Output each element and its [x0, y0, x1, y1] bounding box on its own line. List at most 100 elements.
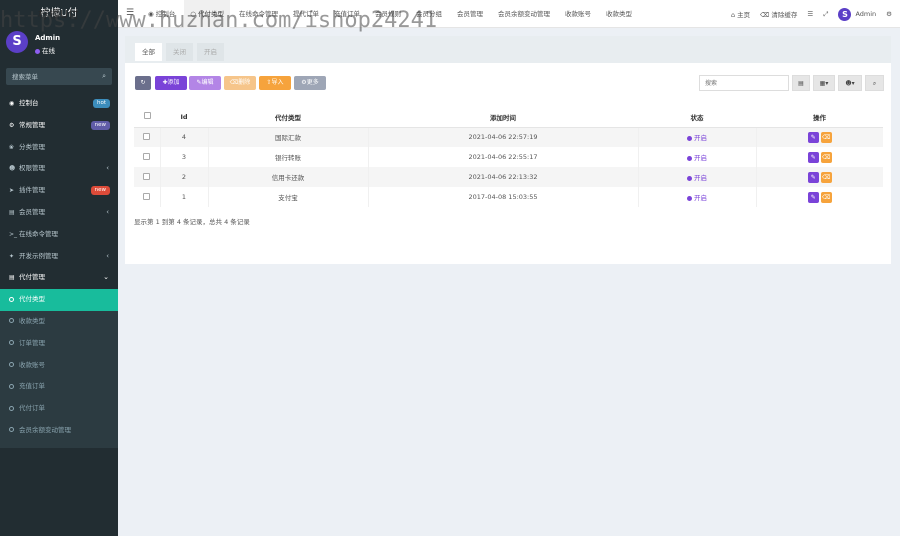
table-search-input[interactable]	[700, 76, 788, 90]
avatar: S	[6, 31, 28, 53]
col-time[interactable]: 添加时间	[368, 107, 638, 127]
sidebar-subitem-payout-orders[interactable]: 代付订单	[0, 398, 118, 420]
status-dot-icon	[687, 176, 692, 181]
circle-icon: ○	[190, 10, 198, 18]
delete-button[interactable]: ⌫删除	[224, 76, 256, 90]
list-icon: ▤	[9, 202, 19, 224]
tab-closed[interactable]: 关闭	[166, 43, 193, 61]
tab-all[interactable]: 全部	[135, 43, 162, 61]
edit-row-button[interactable]: ✎	[808, 152, 819, 163]
fullscreen-icon[interactable]: ⤢	[823, 10, 828, 19]
col-type[interactable]: 代付类型	[208, 107, 368, 127]
delete-row-button[interactable]: ⌫	[821, 192, 832, 203]
col-id[interactable]: Id	[160, 107, 208, 127]
sidebar-subitem-payout-type[interactable]: 代付类型	[0, 289, 118, 311]
table-row[interactable]: 1 支付宝 2017-04-08 15:03:55 开启 ✎⌫	[134, 187, 883, 207]
clear-cache-link[interactable]: ⌫ 清除缓存	[760, 9, 797, 19]
cell-operate: ✎⌫	[756, 127, 883, 147]
table-row[interactable]: 2 信用卡还款 2021-04-06 22:13:32 开启 ✎⌫	[134, 167, 883, 187]
tab-accounts[interactable]: 收款账号	[559, 0, 597, 28]
cell-id: 1	[160, 187, 208, 207]
edit-row-button[interactable]: ✎	[808, 172, 819, 183]
sidebar-item-user[interactable]: ▤会员管理‹	[0, 202, 118, 224]
cell-time: 2021-04-06 22:13:32	[368, 167, 638, 187]
add-button[interactable]: ✚添加	[155, 76, 187, 90]
sidebar-subitem-orders[interactable]: 订单管理	[0, 333, 118, 355]
cell-id: 2	[160, 167, 208, 187]
refresh-button[interactable]: ↻	[135, 76, 151, 90]
row-checkbox[interactable]	[143, 173, 150, 180]
admin-name[interactable]: Admin	[855, 10, 876, 18]
table-row[interactable]: 4 国际汇款 2021-04-06 22:57:19 开启 ✎⌫	[134, 127, 883, 147]
tab-recharge-orders[interactable]: 充值订单	[328, 0, 366, 28]
sidebar-item-command[interactable]: >_在线命令管理	[0, 224, 118, 246]
columns-icon: ▦▾	[820, 80, 829, 87]
sidebar-item-dashboard[interactable]: ◉控制台hot	[0, 93, 118, 115]
avatar[interactable]: S	[838, 8, 851, 21]
tab-withdraw-orders[interactable]: 提代订单	[287, 0, 325, 28]
edit-button[interactable]: ✎编辑	[189, 76, 221, 90]
top-navbar: ☰ ◉ 控制台 ○ 代付类型 在线命令管理 提代订单 充值订单 会员规则 会员分…	[118, 0, 900, 28]
export-button[interactable]: ☻▾	[838, 75, 862, 91]
edit-row-button[interactable]: ✎	[808, 192, 819, 203]
delete-row-button[interactable]: ⌫	[821, 132, 832, 143]
sidebar-search-input[interactable]	[6, 68, 112, 85]
tab-open[interactable]: 开启	[197, 43, 224, 61]
chevron-left-icon: ‹	[106, 246, 109, 268]
tab-dashboard[interactable]: ◉ 控制台	[142, 0, 181, 28]
sidebar-subitem-balance[interactable]: 会员余额变动管理	[0, 420, 118, 442]
sidebar-item-payout[interactable]: ▤代付管理⌄	[0, 267, 118, 289]
settings-gear-icon[interactable]: ⚙	[886, 10, 892, 18]
table-row[interactable]: 3 银行转账 2021-04-06 22:55:17 开启 ✎⌫	[134, 147, 883, 167]
tab-user-rules[interactable]: 会员规则	[369, 0, 407, 28]
edit-row-button[interactable]: ✎	[808, 132, 819, 143]
cell-status[interactable]: 开启	[638, 127, 756, 147]
sidebar-subitem-recharge[interactable]: 充值订单	[0, 376, 118, 398]
sidebar-item-addon[interactable]: ➤插件管理new	[0, 180, 118, 202]
table-header-row: Id 代付类型 添加时间 状态 操作	[134, 107, 883, 127]
sidebar-item-example[interactable]: ✦开发示例管理‹	[0, 246, 118, 268]
circle-icon	[9, 384, 14, 389]
toggle-view-button[interactable]: ▤	[792, 75, 810, 91]
row-checkbox[interactable]	[143, 193, 150, 200]
home-link[interactable]: ⌂ 主页	[731, 9, 750, 19]
cell-status[interactable]: 开启	[638, 187, 756, 207]
hot-badge: hot	[93, 99, 110, 108]
sidebar-item-auth[interactable]: ☻权限管理‹	[0, 158, 118, 180]
columns-button[interactable]: ▦▾	[813, 75, 835, 91]
delete-row-button[interactable]: ⌫	[821, 172, 832, 183]
circle-icon	[9, 406, 14, 411]
sidebar-subitem-accounts[interactable]: 收款账号	[0, 355, 118, 377]
row-checkbox[interactable]	[143, 133, 150, 140]
new-badge: new	[91, 186, 110, 195]
circle-icon	[9, 318, 14, 323]
sidebar-item-category[interactable]: ❀分类管理	[0, 137, 118, 159]
status-dot-icon	[687, 196, 692, 201]
tab-receive-type[interactable]: 收款类型	[600, 0, 638, 28]
user-name: Admin	[35, 34, 60, 42]
language-icon[interactable]: ☰	[807, 10, 813, 18]
delete-row-button[interactable]: ⌫	[821, 152, 832, 163]
search-icon[interactable]: ⌕	[102, 72, 106, 81]
cell-operate: ✎⌫	[756, 147, 883, 167]
col-status[interactable]: 状态	[638, 107, 756, 127]
import-button[interactable]: ⇧导入	[259, 76, 291, 90]
row-checkbox[interactable]	[143, 153, 150, 160]
dashboard-icon: ◉	[9, 93, 19, 115]
circle-icon	[9, 362, 14, 367]
select-all-checkbox[interactable]	[144, 112, 151, 119]
cell-status[interactable]: 开启	[638, 167, 756, 187]
table-search	[699, 75, 789, 91]
more-button[interactable]: ⚙更多	[294, 76, 326, 90]
tab-command[interactable]: 在线命令管理	[233, 0, 284, 28]
menu-toggle-icon[interactable]: ☰	[126, 8, 134, 18]
sidebar-subitem-receive-type[interactable]: 收款类型	[0, 311, 118, 333]
table-toolbar: ↻ ✚添加 ✎编辑 ⌫删除 ⇧导入 ⚙更多 ▤ ▦▾ ☻▾ ⌕	[125, 63, 891, 91]
tab-user-groups[interactable]: 会员分组	[410, 0, 448, 28]
cell-status[interactable]: 开启	[638, 147, 756, 167]
tab-balance-log[interactable]: 会员余额变动管理	[492, 0, 556, 28]
advanced-search-button[interactable]: ⌕	[865, 75, 884, 91]
tab-payout-type[interactable]: ○ 代付类型	[184, 0, 230, 28]
sidebar-item-general[interactable]: ⚙常规管理new	[0, 115, 118, 137]
tab-user-manage[interactable]: 会员管理	[451, 0, 489, 28]
